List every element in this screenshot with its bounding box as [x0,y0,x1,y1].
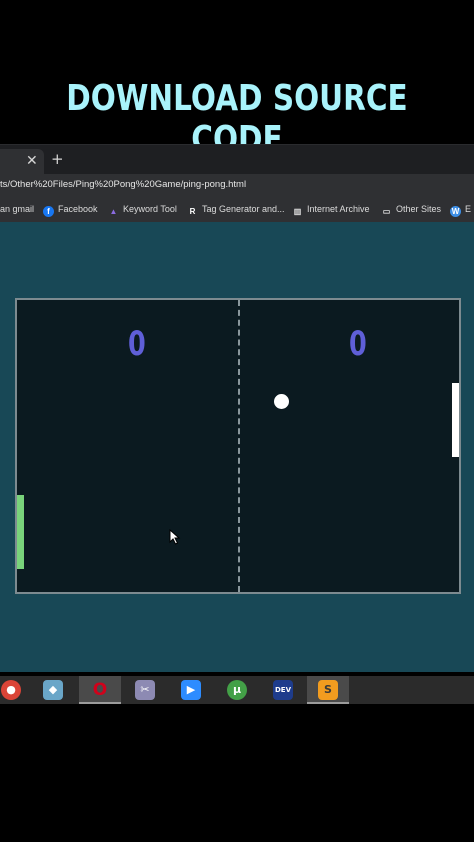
zoom-icon: ▶ [181,680,201,700]
sublime-text-icon: S [318,680,338,700]
bookmark-tag-generator[interactable]: R Tag Generator and... [187,204,285,217]
promo-banner: DOWNLOAD SOURCE CODE [0,0,474,160]
right-paddle [452,383,459,457]
wordpress-icon: W [450,206,461,217]
bookmark-label: Keyword Tool [123,204,177,214]
game-board[interactable]: 0 0 [15,298,461,594]
close-tab-icon[interactable]: ✕ [26,153,38,169]
folder-icon: ▭ [382,207,391,216]
archive-icon: ▥ [293,207,302,216]
snipping-tool-icon: ✂ [135,680,155,700]
taskbar-app-utorrent[interactable]: µ [216,676,258,704]
bookmark-label: Tag Generator and... [202,204,285,214]
bookmark-facebook[interactable]: f Facebook [43,204,98,217]
taskbar-app-snipping-tool[interactable]: ✂ [124,676,166,704]
page-content: 0 0 [0,222,474,672]
taskbar-app-notes[interactable]: ◆ [32,676,74,704]
opera-icon: O [92,680,108,700]
devcpp-icon: DEV [273,680,293,700]
address-bar[interactable]: ts/Other%20Files/Ping%20Pong%20Game/ping… [0,174,474,198]
bookmark-other-sites[interactable]: ▭ Other Sites [381,204,441,217]
bookmark-keyword-tool[interactable]: ▲ Keyword Tool [108,204,177,217]
left-score: 0 [127,324,146,364]
new-tab-icon[interactable]: + [51,150,64,168]
bookmark-label: Other Sites [396,204,442,214]
bookmark-label: E [465,204,472,214]
taskbar: ● ◆ O ✂ ▶ µ DEV S [0,676,474,704]
bookmarks-bar: an gmail f Facebook ▲ Keyword Tool R Tag Ge… [0,198,474,223]
chrome-icon: ● [1,680,21,700]
right-score: 0 [348,324,367,364]
url-text[interactable]: ts/Other%20Files/Ping%20Pong%20Game/ping… [0,179,246,190]
center-line [238,300,240,592]
browser-tab-bar: ✕ + [0,144,474,175]
taskbar-app-sublime-text[interactable]: S [307,676,349,704]
bookmark-label: Internet Archive [307,204,370,214]
taskbar-app-devcpp[interactable]: DEV [262,676,304,704]
bookmark-wordpress[interactable]: WE [450,204,471,217]
taskbar-app-opera[interactable]: O [79,676,121,704]
utorrent-icon: µ [227,680,247,700]
taskbar-app-zoom[interactable]: ▶ [170,676,212,704]
browser-tab[interactable]: ✕ [0,149,44,175]
facebook-icon: f [43,206,54,217]
bookmark-gmail[interactable]: an gmail [0,204,34,214]
bookmark-label: an gmail [0,204,35,214]
notes-icon: ◆ [43,680,63,700]
mouse-cursor-icon [169,529,181,545]
taskbar-app-chrome[interactable]: ● [0,676,32,704]
left-paddle [17,495,24,569]
keyword-tool-icon: ▲ [109,207,118,216]
bookmark-internet-archive[interactable]: ▥ Internet Archive [292,204,370,217]
r-icon: R [189,207,196,216]
ball [274,394,289,409]
bookmark-label: Facebook [58,204,98,214]
